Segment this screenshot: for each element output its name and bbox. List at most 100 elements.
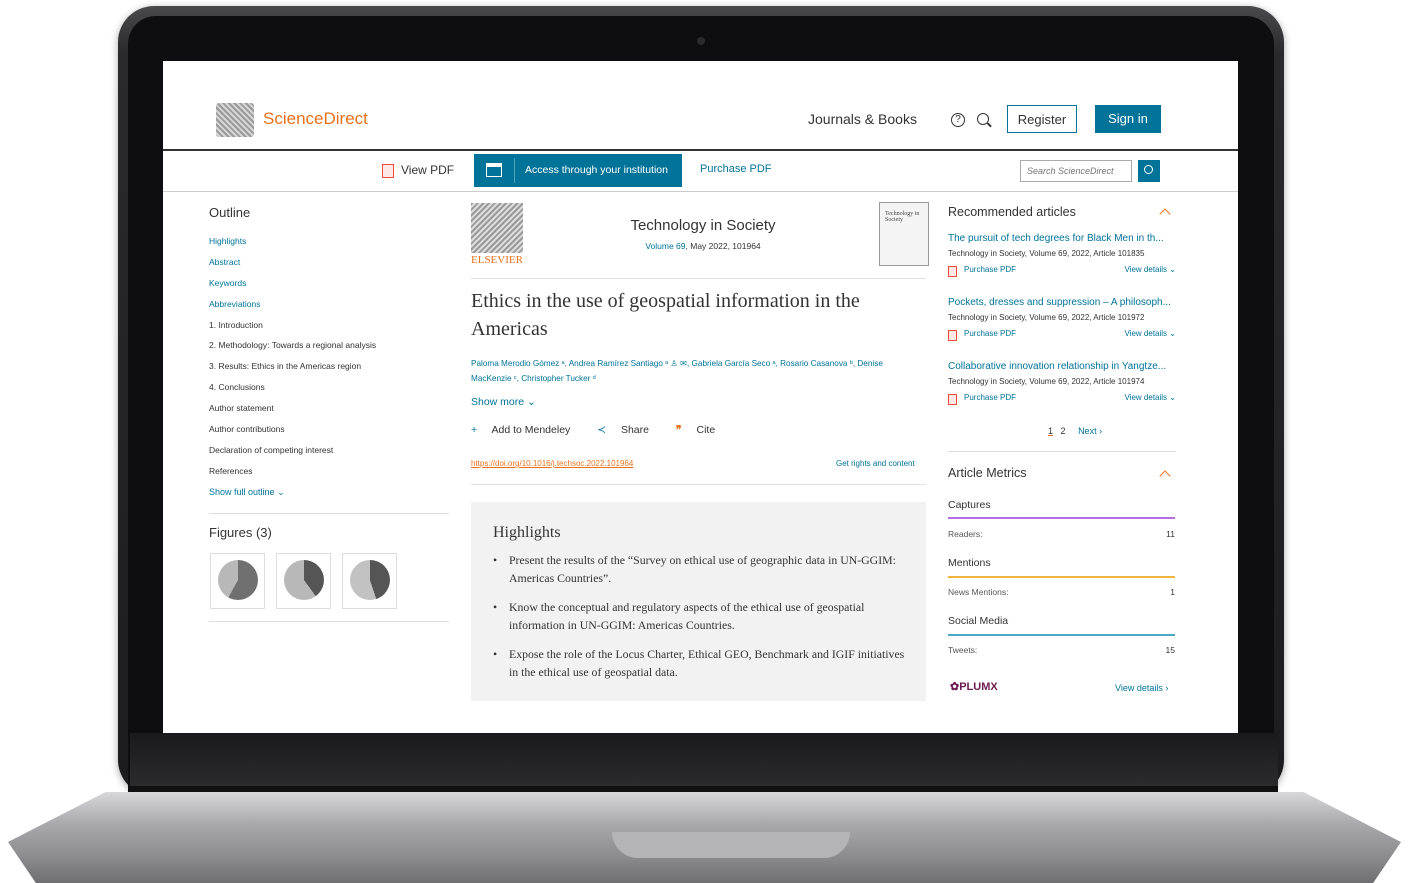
chevron-down-icon: ⌄: [1169, 265, 1176, 274]
recommended-article-title-link[interactable]: The pursuit of tech degrees for Black Me…: [948, 233, 1176, 244]
article-actions: + Add to Mendeley ≺ Share ❞ Cite: [471, 424, 739, 436]
view-details-link[interactable]: View details ›: [1115, 683, 1168, 693]
outline-item[interactable]: 2. Methodology: Towards a regional analy…: [209, 335, 439, 356]
register-button[interactable]: Register: [1007, 105, 1077, 133]
outline-item[interactable]: Abstract: [209, 252, 439, 273]
captures-divider: [948, 517, 1175, 519]
outline-item[interactable]: Author contributions: [209, 419, 439, 440]
figure-thumbnail[interactable]: [210, 553, 265, 609]
journal-title-link[interactable]: Technology in Society: [543, 217, 863, 234]
figure-thumbnail[interactable]: [276, 553, 331, 609]
pdf-icon: [948, 266, 957, 277]
mentions-label: Mentions: [948, 557, 991, 569]
mentions-divider: [948, 576, 1175, 578]
page-1-link[interactable]: 1: [1048, 426, 1053, 436]
search-submit-button[interactable]: [1138, 160, 1160, 182]
pie-chart-thumbnail-icon: [218, 560, 258, 600]
news-mentions-value: 1: [1170, 587, 1175, 597]
pdf-icon: [948, 330, 957, 341]
journals-books-link[interactable]: Journals & Books: [808, 111, 917, 127]
outline-item[interactable]: Abbreviations: [209, 294, 439, 315]
publisher-name: ELSEVIER: [471, 254, 523, 266]
journal-volume: Volume 69, May 2022, 101964: [543, 241, 863, 251]
outline-item[interactable]: Keywords: [209, 273, 439, 294]
cover-title: Technology in Society: [885, 211, 920, 223]
show-more-label: Show more: [471, 396, 525, 408]
figures-heading: Figures (3): [209, 525, 272, 540]
plumx-logo[interactable]: ✿PLUMX: [950, 680, 998, 693]
view-details-link[interactable]: View details ⌄: [1125, 393, 1176, 402]
show-more-button[interactable]: Show more ⌄: [471, 396, 536, 408]
recommended-article-meta: Technology in Society, Volume 69, 2022, …: [948, 313, 1145, 322]
recommended-article-title-link[interactable]: Pockets, dresses and suppression – A phi…: [948, 297, 1176, 308]
rights-content-link[interactable]: Get rights and content: [836, 459, 915, 468]
chevron-up-icon[interactable]: [1159, 470, 1171, 482]
show-full-outline-label: Show full outline: [209, 487, 275, 497]
next-page-link[interactable]: Next ›: [1078, 426, 1102, 436]
purchase-pdf-link[interactable]: Purchase PDF: [964, 265, 1016, 274]
outline-item[interactable]: Declaration of competing interest: [209, 440, 439, 461]
recommended-article-title-link[interactable]: Collaborative innovation relationship in…: [948, 361, 1176, 372]
share-button[interactable]: ≺ Share: [597, 424, 661, 436]
webcam: [697, 37, 705, 45]
recommended-articles-heading: Recommended articles: [948, 205, 1076, 219]
outline-item[interactable]: 3. Results: Ethics in the Americas regio…: [209, 356, 439, 377]
page-2-link[interactable]: 2: [1061, 426, 1066, 436]
cite-button[interactable]: ❞ Cite: [676, 424, 727, 436]
author-list[interactable]: Paloma Merodio Gómez ᵃ, Andrea Ramírez S…: [471, 356, 921, 386]
access-institution-button[interactable]: Access through your institution: [474, 154, 682, 187]
laptop-notch: [612, 832, 850, 858]
recommended-article-meta: Technology in Society, Volume 69, 2022, …: [948, 249, 1145, 258]
outline-item[interactable]: Author statement: [209, 398, 439, 419]
elsevier-tree-logo-icon[interactable]: [216, 103, 254, 137]
captures-label: Captures: [948, 499, 991, 511]
bullet-icon: •: [493, 647, 498, 661]
pdf-icon: [948, 394, 957, 405]
view-details-link[interactable]: View details ⌄: [1125, 329, 1176, 338]
sign-in-button[interactable]: Sign in: [1095, 105, 1161, 133]
quote-icon: ❞: [675, 424, 682, 436]
search-icon: [1144, 165, 1153, 174]
recommended-article: The pursuit of tech degrees for Black Me…: [948, 233, 1176, 281]
doi-link[interactable]: https://doi.org/10.1016/j.techsoc.2022.1…: [471, 459, 633, 468]
article-toolbar: View PDF Access through your institution…: [163, 151, 1238, 192]
recommended-pager: 1 2 Next ›: [1048, 426, 1102, 436]
highlights-list: • Present the results of the “Survey on e…: [493, 551, 908, 692]
social-divider: [948, 634, 1175, 636]
plus-icon: +: [471, 424, 478, 436]
tweets-row: Tweets: 15: [948, 645, 1175, 655]
help-icon[interactable]: ?: [951, 113, 965, 127]
outline-item[interactable]: 4. Conclusions: [209, 377, 439, 398]
chevron-up-icon[interactable]: [1159, 208, 1171, 220]
elsevier-logo-icon[interactable]: [471, 203, 523, 253]
tweets-value: 15: [1165, 645, 1175, 655]
purchase-pdf-link[interactable]: Purchase PDF: [964, 393, 1016, 402]
figure-thumbnail[interactable]: [342, 553, 397, 609]
volume-link[interactable]: Volume 69: [645, 241, 685, 251]
site-header: ScienceDirect Journals & Books ? Registe…: [163, 61, 1238, 151]
social-media-label: Social Media: [948, 615, 1009, 627]
chevron-down-icon: ⌄: [1169, 393, 1176, 402]
highlights-section: Highlights • Present the results of the “…: [471, 502, 926, 701]
recommended-article-meta: Technology in Society, Volume 69, 2022, …: [948, 377, 1145, 386]
chevron-down-icon: ⌄: [277, 487, 285, 497]
bullet-icon: •: [493, 600, 498, 614]
outline-item[interactable]: 1. Introduction: [209, 315, 439, 336]
search-icon[interactable]: [977, 113, 989, 125]
search-input[interactable]: [1020, 160, 1132, 182]
article-metrics-heading: Article Metrics: [948, 466, 1027, 480]
add-mendeley-button[interactable]: + Add to Mendeley: [471, 424, 582, 436]
purchase-pdf-link[interactable]: Purchase PDF: [964, 329, 1016, 338]
pdf-icon[interactable]: [382, 164, 394, 178]
journal-cover-image[interactable]: Technology in Society: [879, 202, 929, 266]
brand-link[interactable]: ScienceDirect: [263, 109, 368, 129]
plumx-icon: ✿: [950, 681, 960, 693]
purchase-pdf-link[interactable]: Purchase PDF: [700, 163, 772, 175]
view-pdf-button[interactable]: View PDF: [401, 163, 454, 177]
outline-item[interactable]: References: [209, 461, 439, 482]
news-mentions-row: News Mentions: 1: [948, 587, 1175, 597]
share-icon: ≺: [597, 424, 607, 436]
view-details-link[interactable]: View details ⌄: [1125, 265, 1176, 274]
show-full-outline-link[interactable]: Show full outline ⌄: [209, 487, 285, 498]
outline-item[interactable]: Highlights: [209, 231, 439, 252]
